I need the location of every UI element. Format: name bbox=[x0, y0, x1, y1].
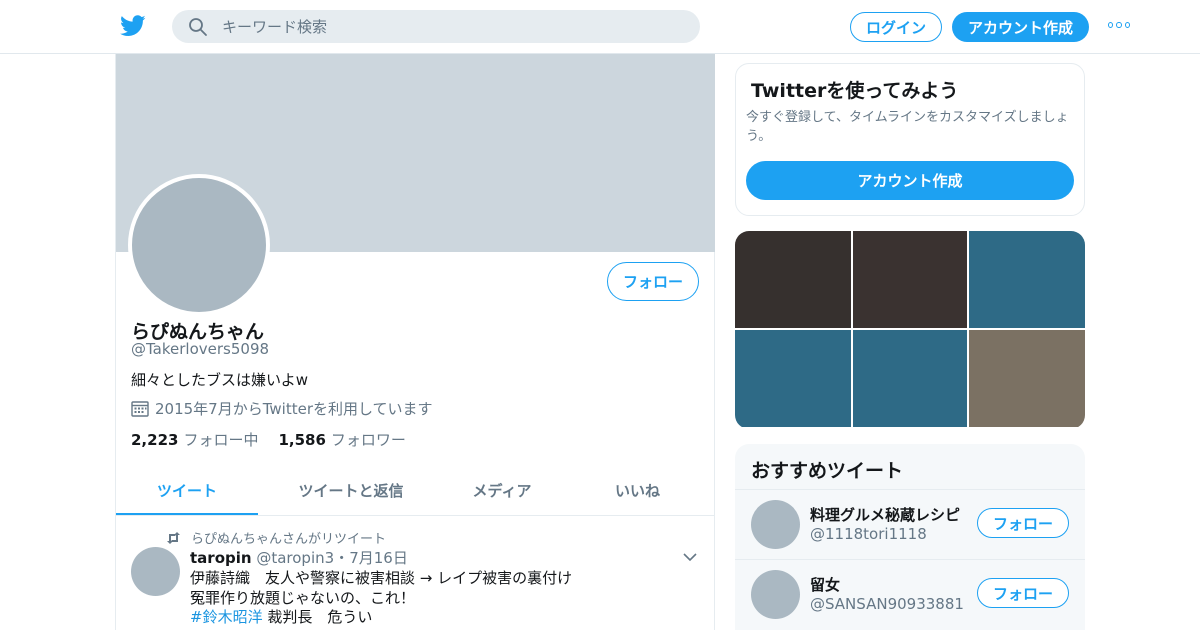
signup-card-title: Twitterを使ってみよう bbox=[751, 80, 959, 102]
search-box[interactable] bbox=[172, 10, 700, 43]
tab-tweets-and-replies[interactable]: ツイートと返信 bbox=[258, 468, 444, 515]
tweet-line-1: 伊藤詩織 友人や警察に被害相談 → レイプ被害の裏付け bbox=[190, 569, 573, 587]
retweet-note: らぴぬんちゃんさんがリツイート bbox=[191, 532, 387, 547]
hashtag-link[interactable]: #鈴木昭洋 bbox=[190, 608, 263, 626]
media-thumbnail[interactable] bbox=[969, 231, 1085, 328]
recommended-name[interactable]: 留女 bbox=[810, 574, 965, 595]
login-button[interactable]: ログイン bbox=[850, 12, 942, 42]
retweet-context: らぴぬんちゃんさんがリツイート bbox=[166, 528, 386, 547]
media-thumbnail[interactable] bbox=[735, 231, 851, 328]
recommended-avatar[interactable] bbox=[751, 570, 800, 619]
tweet-author-avatar[interactable] bbox=[131, 547, 180, 596]
media-thumbnail[interactable] bbox=[969, 330, 1085, 427]
recommended-follow-button[interactable]: フォロー bbox=[977, 508, 1069, 538]
tweet-item[interactable]: らぴぬんちゃんさんがリツイート taropin @taropin3・7月16日 … bbox=[116, 517, 715, 630]
twitter-bird-icon[interactable] bbox=[120, 14, 146, 38]
tweet-author-name[interactable]: taropin bbox=[190, 549, 252, 567]
tweet-header: taropin @taropin3・7月16日 bbox=[190, 547, 408, 568]
recommended-item[interactable]: 留女 @SANSAN90933881 フォロー bbox=[735, 559, 1085, 629]
following-stat[interactable]: 2,223 フォロー中 bbox=[131, 429, 258, 450]
chevron-down-icon[interactable] bbox=[682, 551, 698, 563]
profile-tabs: ツイート ツイートと返信 メディア いいね bbox=[116, 468, 715, 516]
recommended-avatar[interactable] bbox=[751, 500, 800, 549]
signup-card: Twitterを使ってみよう 今すぐ登録して、タイムラインをカスタマイズしましょ… bbox=[735, 63, 1085, 216]
tab-media[interactable]: メディア bbox=[444, 468, 560, 515]
search-icon bbox=[189, 17, 207, 36]
profile-stats: 2,223 フォロー中 1,586 フォロワー bbox=[131, 429, 406, 450]
media-thumbnail[interactable] bbox=[853, 330, 967, 427]
signup-card-button[interactable]: アカウント作成 bbox=[746, 161, 1074, 200]
media-thumbnail[interactable] bbox=[735, 330, 851, 427]
signup-card-description: 今すぐ登録して、タイムラインをカスタマイズしましょう。 bbox=[746, 110, 1069, 144]
recommended-handle: @1118tori1118 bbox=[810, 525, 927, 543]
profile-avatar[interactable] bbox=[128, 174, 270, 316]
recommended-item[interactable]: 料理グルメ秘蔵レシピ @1118tori1118 フォロー bbox=[735, 489, 1085, 559]
tweet-line-3: #鈴木昭洋 裁判長 危うい bbox=[190, 608, 572, 628]
media-grid bbox=[735, 231, 1085, 429]
signup-button[interactable]: アカウント作成 bbox=[952, 12, 1089, 42]
followers-label: フォロワー bbox=[330, 431, 406, 449]
tab-tweets[interactable]: ツイート bbox=[116, 468, 258, 515]
followers-count: 1,586 bbox=[278, 431, 326, 449]
joined-text: 2015年7月からTwitterを利用しています bbox=[155, 400, 433, 418]
profile-joined-date: 2015年7月からTwitterを利用しています bbox=[131, 398, 433, 419]
recommended-name[interactable]: 料理グルメ秘蔵レシピ bbox=[810, 504, 965, 525]
more-dots-icon[interactable] bbox=[1108, 22, 1130, 30]
profile-column: フォロー らぴぬんちゃん @Takerlovers5098 細々としたブスは嫌い… bbox=[115, 54, 715, 630]
following-label: フォロー中 bbox=[183, 431, 259, 449]
recommended-panel: おすすめツイート 料理グルメ秘蔵レシピ @1118tori1118 フォロー 留… bbox=[735, 444, 1085, 630]
retweet-icon bbox=[167, 531, 180, 544]
tweet-line-2: 冤罪作り放題じゃないの、これ！ bbox=[190, 588, 416, 607]
followers-stat[interactable]: 1,586 フォロワー bbox=[278, 429, 405, 450]
tweet-separator: ・ bbox=[334, 549, 350, 567]
tweet-date[interactable]: 7月16日 bbox=[349, 549, 408, 567]
search-input[interactable] bbox=[222, 17, 682, 36]
recommended-follow-button[interactable]: フォロー bbox=[977, 578, 1069, 608]
profile-handle: @Takerlovers5098 bbox=[131, 340, 270, 358]
recommended-title: おすすめツイート bbox=[751, 460, 904, 482]
tweet-line-3-text: 裁判長 危うい bbox=[262, 608, 373, 626]
follow-button[interactable]: フォロー bbox=[607, 262, 699, 301]
top-navigation-bar: ログイン アカウント作成 bbox=[0, 0, 1200, 54]
calendar-icon bbox=[131, 401, 149, 417]
tab-likes[interactable]: いいね bbox=[560, 468, 715, 515]
tweet-text: 伊藤詩織 友人や警察に被害相談 → レイプ被害の裏付け 冤罪作り放題じゃないの、… bbox=[190, 569, 572, 628]
recommended-handle: @SANSAN90933881 bbox=[810, 595, 964, 613]
following-count: 2,223 bbox=[131, 431, 179, 449]
media-thumbnail[interactable] bbox=[853, 231, 967, 328]
profile-bio: 細々としたブスは嫌いよw bbox=[131, 371, 308, 389]
tweet-author-handle[interactable]: @taropin3 bbox=[256, 549, 334, 567]
